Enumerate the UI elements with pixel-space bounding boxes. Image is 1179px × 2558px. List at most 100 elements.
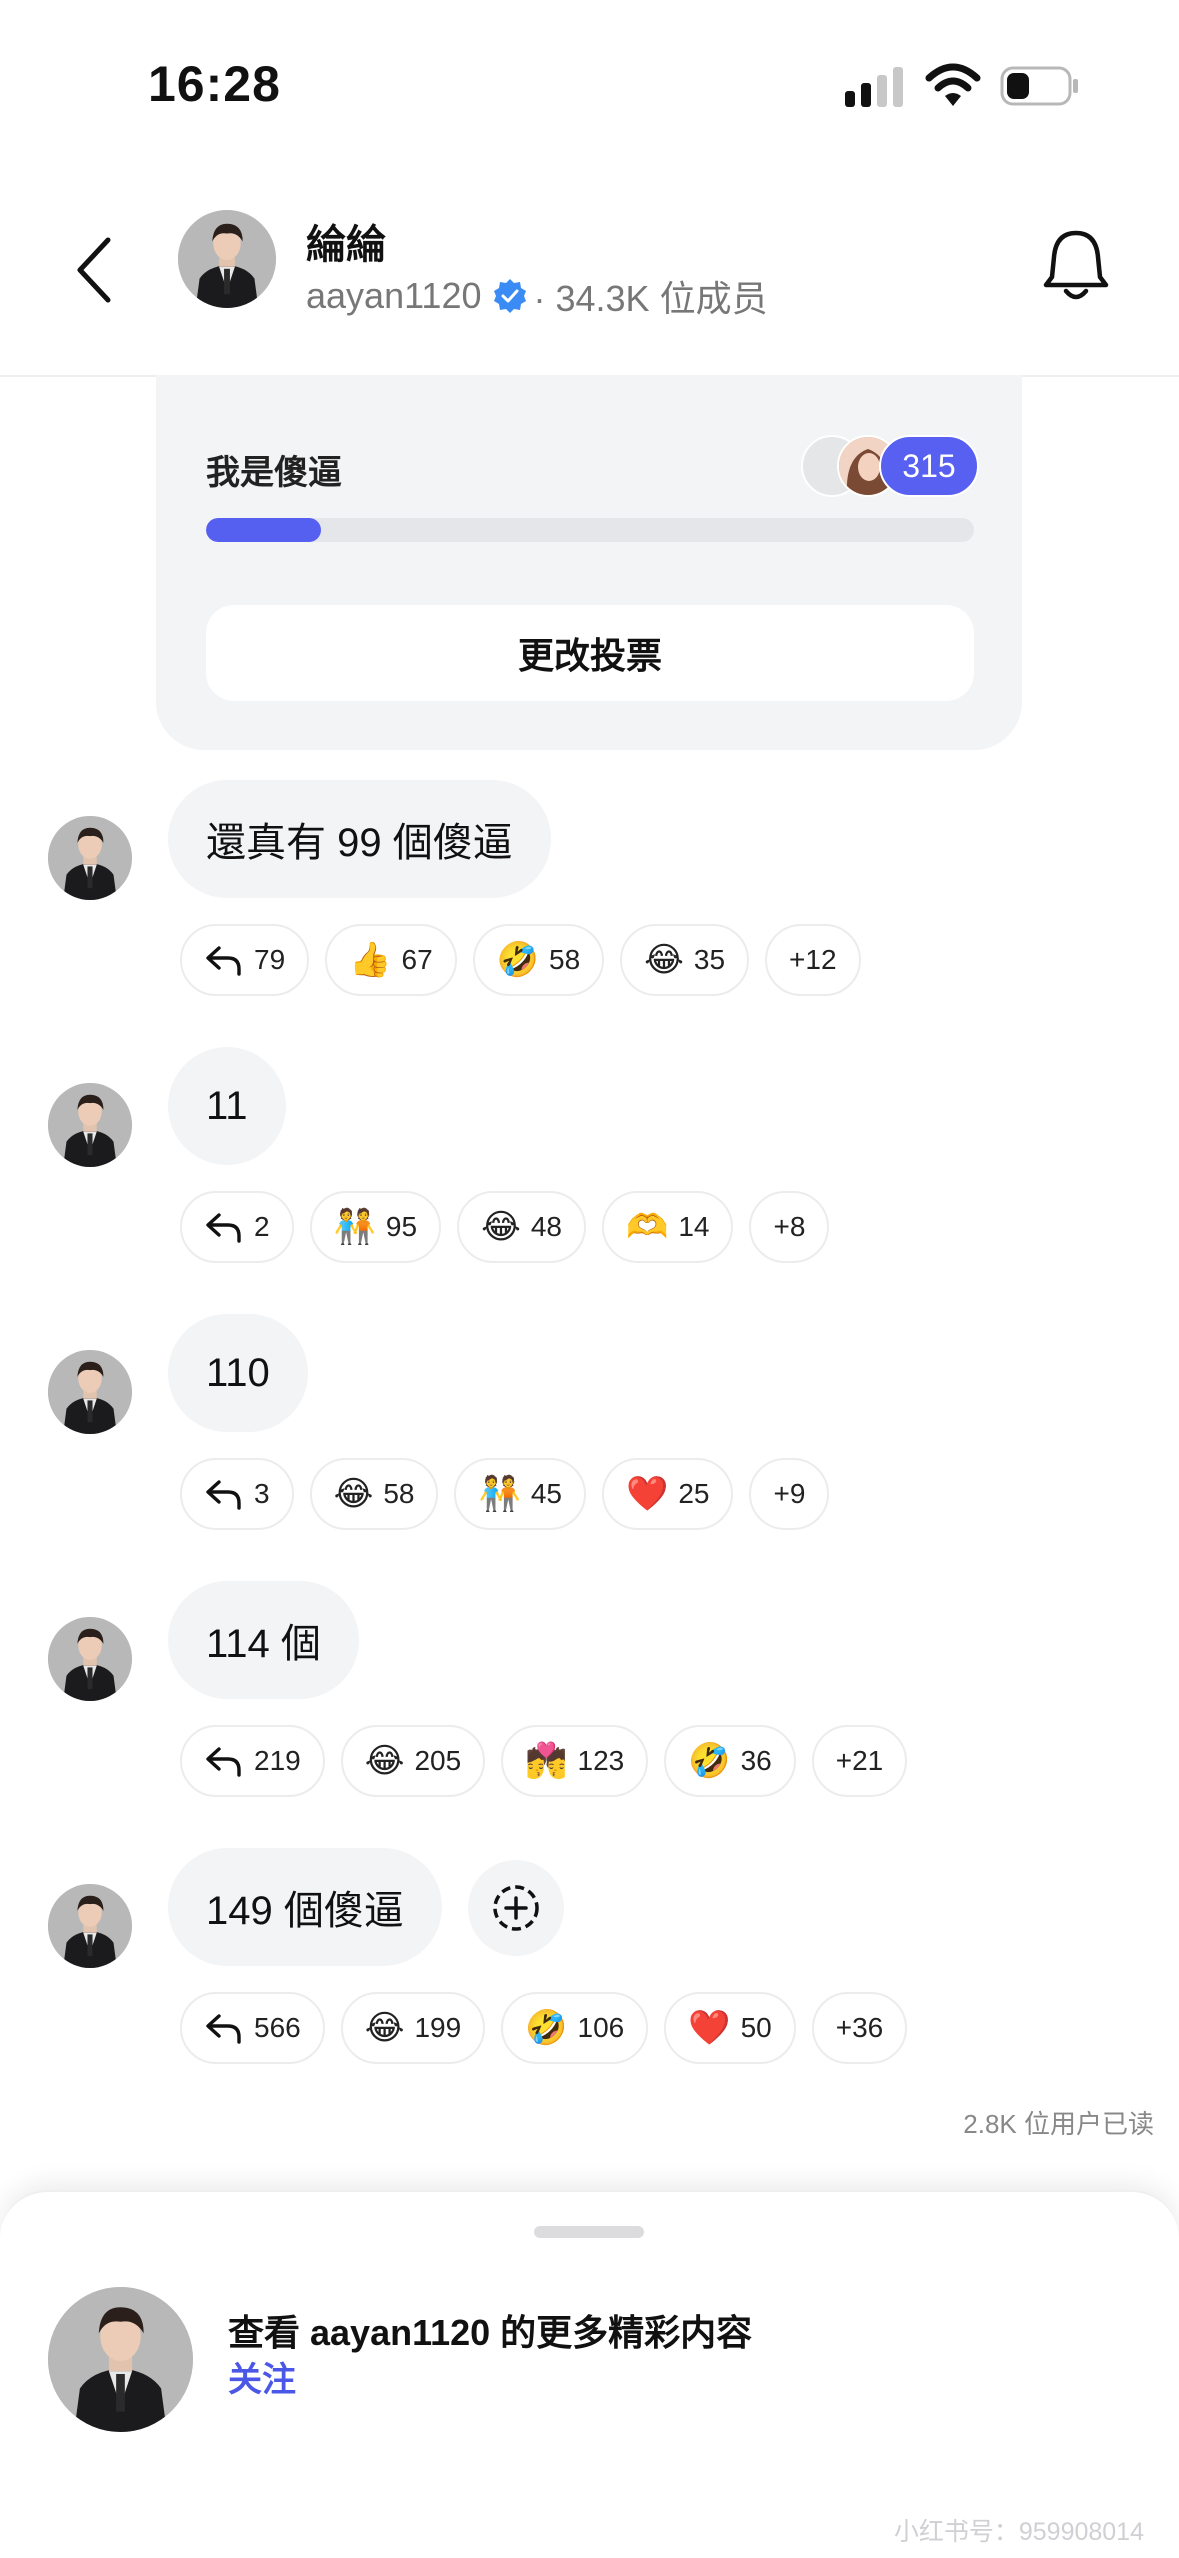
battery-icon [1000,66,1078,106]
more-reactions-chip[interactable]: +21 [811,1725,908,1797]
status-bar: 16:28 [0,0,1179,170]
reaction-count: 58 [549,944,581,975]
reaction-count: 106 [577,2012,625,2043]
reaction-chip[interactable]: 😂 58 [309,1458,439,1530]
rofl-emoji: 🤣 [525,2009,568,2047]
reaction-bar: 2 🧑‍🤝‍🧑 95 😂 48 🫶 14 +8 [180,1191,830,1263]
reply-chip[interactable]: 2 [180,1191,294,1263]
signal-icon [845,67,903,107]
reaction-chip[interactable]: 🫶 14 [601,1191,734,1263]
reply-arrow-icon [204,944,244,976]
kiss-emoji: 💏 [525,1742,568,1780]
wifi-icon [925,63,981,106]
people-emoji: 🧑‍🤝‍🧑 [478,1475,521,1513]
username: aayan1120 [306,275,482,316]
change-vote-button[interactable]: 更改投票 [206,605,974,701]
sender-avatar[interactable] [48,816,132,900]
sender-avatar[interactable] [48,1083,132,1167]
read-receipt: 2.8K 位用户已读 [963,2109,1154,2139]
reaction-chip[interactable]: ❤️ 50 [664,1992,796,2064]
reaction-count: 36 [740,1745,772,1776]
red-heart-emoji: ❤️ [688,2009,731,2047]
bell-icon[interactable] [1040,225,1112,305]
add-reaction-icon [493,1885,539,1931]
reaction-chip[interactable]: 👍 67 [325,924,457,996]
poll-option-label: 我是傻逼 [206,454,342,492]
sender-avatar[interactable] [48,1884,132,1968]
rofl-emoji: 🤣 [496,941,539,979]
message-bubble[interactable]: 11 [168,1047,286,1165]
reaction-chip[interactable]: 🤣 106 [501,1992,649,2064]
reaction-chip[interactable]: 😂 205 [340,1725,486,1797]
reply-chip[interactable]: 219 [180,1725,325,1797]
sheet-handle[interactable] [534,2226,644,2238]
reaction-chip[interactable]: 🤣 36 [664,1725,796,1797]
reaction-chip[interactable]: ❤️ 25 [601,1458,734,1530]
more-reactions-chip[interactable]: +8 [749,1191,830,1263]
reaction-chip[interactable]: 😂 35 [620,924,750,996]
people-emoji: 🧑‍🤝‍🧑 [333,1208,376,1246]
reaction-count: 205 [414,1745,462,1776]
more-reactions-chip[interactable]: +12 [765,924,861,996]
follow-button[interactable]: 关注 [228,2352,296,2401]
more-reactions-chip[interactable]: +36 [811,1992,908,2064]
add-reaction-button[interactable] [468,1860,564,1956]
reply-arrow-icon [204,1745,244,1777]
verified-badge-icon [493,279,526,313]
reply-chip[interactable]: 566 [180,1992,325,2064]
reaction-chip[interactable]: 💏 123 [501,1725,649,1797]
reply-chip[interactable]: 79 [180,924,310,996]
message-bubble[interactable]: 還真有 99 個傻逼 [168,780,551,898]
reply-arrow-icon [204,2012,244,2044]
reply-chip[interactable]: 3 [180,1458,294,1530]
poll-progress-fill [206,518,322,542]
reaction-count: 25 [678,1478,710,1509]
reaction-count: 95 [385,1211,418,1242]
reaction-count: 35 [693,944,726,975]
status-time: 16:28 [148,56,281,112]
reaction-chip[interactable]: 😂 48 [457,1191,586,1263]
thumbs-up-emoji: 👍 [349,941,392,979]
reaction-chip[interactable]: 🧑‍🤝‍🧑 45 [454,1458,586,1530]
more-reactions-chip[interactable]: +9 [749,1458,830,1530]
reply-count: 219 [254,1745,301,1776]
tears-of-joy-emoji: 😂 [364,2009,405,2047]
back-arrow-icon[interactable] [70,230,120,310]
group-name[interactable]: 綸綸 [306,212,386,270]
reaction-bar: 79 👍 67 🤣 58 😂 35 +12 [180,924,861,996]
member-count: · 34.3K 位成员 [533,278,768,319]
follow-sheet: 查看 aayan1120 的更多精彩内容 关注 小红书号：959908014 [0,2190,1179,2558]
poll-voters[interactable]: 315 [801,435,979,497]
message-bubble[interactable]: 149 個傻逼 [168,1848,442,1966]
reply-count: 79 [254,944,286,975]
reaction-count: 199 [414,2012,462,2043]
reaction-chip[interactable]: 🤣 58 [472,924,605,996]
group-avatar[interactable] [178,210,276,308]
vote-count-badge: 315 [879,435,979,497]
sender-avatar[interactable] [48,1350,132,1434]
poll-card: 我是傻逼 315 更改投票 [156,375,1022,750]
reaction-bar: 566 😂 199 🤣 106 ❤️ 50 +36 [180,1992,908,2064]
sheet-prompt: 查看 aayan1120 的更多精彩内容 [228,2312,753,2353]
tears-of-joy-emoji: 😂 [644,941,684,979]
sender-avatar[interactable] [48,1617,132,1701]
reaction-count: 48 [530,1211,562,1242]
reaction-bar: 3 😂 58 🧑‍🤝‍🧑 45 ❤️ 25 +9 [180,1458,830,1530]
profile-avatar[interactable] [48,2287,193,2432]
reaction-count: 67 [401,944,433,975]
reaction-count: 50 [740,2012,772,2043]
reply-arrow-icon [204,1211,244,1243]
reaction-count: 123 [577,1745,625,1776]
reaction-chip[interactable]: 😂 199 [340,1992,486,2064]
poll-progress-track [206,518,974,542]
reply-count: 566 [254,2012,301,2043]
tears-of-joy-emoji: 😂 [333,1475,374,1513]
reaction-chip[interactable]: 🧑‍🤝‍🧑 95 [309,1191,442,1263]
message-bubble[interactable]: 110 [168,1314,308,1432]
chat-header: 綸綸 aayan1120 · 34.3K 位成员 [0,170,1179,377]
reply-count: 2 [254,1211,270,1242]
message-bubble[interactable]: 114 個 [168,1581,359,1699]
tears-of-joy-emoji: 😂 [481,1208,521,1246]
header-subtitle: aayan1120 · 34.3K 位成员 [306,270,768,322]
reaction-bar: 219 😂 205 💏 123 🤣 36 +21 [180,1725,908,1797]
